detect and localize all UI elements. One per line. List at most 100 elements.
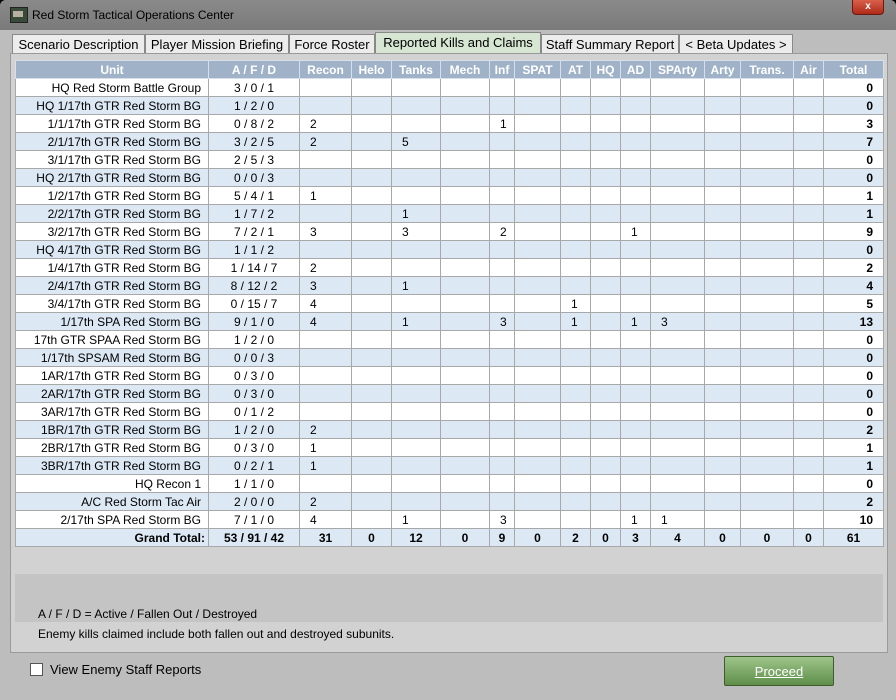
kill-count-cell: [793, 294, 824, 313]
column-header-recon[interactable]: Recon: [299, 60, 352, 79]
column-header-spat[interactable]: SPAT: [514, 60, 561, 79]
kill-count-cell: 2: [299, 420, 352, 439]
table-row[interactable]: 3AR/17th GTR Red Storm BG 0 / 1 / 2 0: [15, 402, 884, 421]
kill-count-cell: [560, 78, 591, 97]
tab-force-roster[interactable]: Force Roster: [289, 34, 375, 53]
tab-player-mission-briefing[interactable]: Player Mission Briefing: [145, 34, 289, 53]
afd-cell: 7 / 1 / 0: [208, 510, 300, 529]
tab-scenario-description[interactable]: Scenario Description: [12, 34, 145, 53]
column-header-tanks[interactable]: Tanks: [391, 60, 441, 79]
column-header-ad[interactable]: AD: [620, 60, 651, 79]
tab-reported-kills-and-claims[interactable]: Reported Kills and Claims: [375, 32, 541, 54]
table-row[interactable]: 1/1/17th GTR Red Storm BG 0 / 8 / 22 1 3: [15, 114, 884, 133]
kill-count-cell: [514, 168, 561, 187]
table-row[interactable]: 1/17th SPSAM Red Storm BG 0 / 0 / 3 0: [15, 348, 884, 367]
kill-count-cell: [391, 384, 441, 403]
table-row[interactable]: HQ 4/17th GTR Red Storm BG 1 / 1 / 2 0: [15, 240, 884, 259]
close-button[interactable]: x: [852, 0, 884, 15]
kills-table-container[interactable]: Unit A / F / D Recon Helo Tanks Mech Inf SPAT AT…: [15, 60, 884, 547]
tab-staff-summary-report[interactable]: Staff Summary Report: [541, 34, 679, 53]
table-row[interactable]: 2/1/17th GTR Red Storm BG 3 / 2 / 52 5 7: [15, 132, 884, 151]
kill-count-cell: [704, 294, 741, 313]
kill-count-cell: [740, 348, 794, 367]
column-header-mech[interactable]: Mech: [440, 60, 490, 79]
table-row[interactable]: 1/17th SPA Red Storm BG 9 / 1 / 0 4 1 3 1 1 3 13: [15, 312, 884, 331]
column-header-trans[interactable]: Trans.: [740, 60, 794, 79]
table-row[interactable]: 2/2/17th GTR Red Storm BG 1 / 7 / 2 1 1: [15, 204, 884, 223]
table-row[interactable]: 3/1/17th GTR Red Storm BG 2 / 5 / 3 0: [15, 150, 884, 169]
kill-count-cell: [514, 258, 561, 277]
kill-count-cell: 2: [299, 258, 352, 277]
grand-total-cell: 12: [391, 528, 441, 547]
column-header-total[interactable]: Total: [823, 60, 884, 79]
total-cell: 0: [823, 78, 884, 97]
table-row[interactable]: 1BR/17th GTR Red Storm BG 1 / 2 / 022: [15, 420, 884, 439]
kill-count-cell: [740, 186, 794, 205]
kill-count-cell: 1: [299, 456, 352, 475]
table-row[interactable]: 1AR/17th GTR Red Storm BG 0 / 3 / 0 0: [15, 366, 884, 385]
kill-count-cell: [351, 420, 392, 439]
table-row[interactable]: 2/17th SPA Red Storm BG 7 / 1 / 0 4 1 3 1 1 10: [15, 510, 884, 529]
title-bar[interactable]: Red Storm Tactical Operations Center x: [0, 0, 896, 30]
kill-count-cell: [514, 294, 561, 313]
kill-count-cell: [351, 78, 392, 97]
column-header-at[interactable]: AT: [560, 60, 591, 79]
afd-cell: 0 / 8 / 2: [208, 114, 300, 133]
kill-count-cell: [620, 330, 651, 349]
table-row[interactable]: HQ Red Storm Battle Group 3 / 0 / 1 0: [15, 78, 884, 97]
kill-count-cell: [620, 402, 651, 421]
kill-count-cell: [704, 150, 741, 169]
kill-count-cell: [704, 492, 741, 511]
kill-count-cell: [489, 402, 515, 421]
kill-count-cell: [620, 492, 651, 511]
kill-count-cell: [620, 384, 651, 403]
column-header-hq[interactable]: HQ: [590, 60, 621, 79]
column-header-helo[interactable]: Helo: [351, 60, 392, 79]
table-row[interactable]: 1/4/17th GTR Red Storm BG 1 / 14 / 722: [15, 258, 884, 277]
kill-count-cell: [391, 366, 441, 385]
table-row[interactable]: 17th GTR SPAA Red Storm BG 1 / 2 / 0 0: [15, 330, 884, 349]
table-row[interactable]: HQ 1/17th GTR Red Storm BG 1 / 2 / 0 0: [15, 96, 884, 115]
column-header-inf[interactable]: Inf: [489, 60, 515, 79]
table-row[interactable]: 2BR/17th GTR Red Storm BG 0 / 3 / 011: [15, 438, 884, 457]
proceed-button[interactable]: Proceed: [724, 656, 834, 686]
table-row[interactable]: A/C Red Storm Tac Air 2 / 0 / 022: [15, 492, 884, 511]
column-header-sparty[interactable]: SPArty: [650, 60, 705, 79]
column-header-unit[interactable]: Unit: [15, 60, 209, 79]
kill-count-cell: [489, 294, 515, 313]
kill-count-cell: [650, 492, 705, 511]
kill-count-cell: [740, 78, 794, 97]
kill-count-cell: [704, 258, 741, 277]
kill-count-cell: [740, 132, 794, 151]
afd-cell: 8 / 12 / 2: [208, 276, 300, 295]
kill-count-cell: [391, 402, 441, 421]
kill-count-cell: [351, 366, 392, 385]
kill-count-cell: 3: [391, 222, 441, 241]
table-row[interactable]: 2AR/17th GTR Red Storm BG 0 / 3 / 0 0: [15, 384, 884, 403]
table-row[interactable]: 3BR/17th GTR Red Storm BG 0 / 2 / 111: [15, 456, 884, 475]
table-row[interactable]: 3/4/17th GTR Red Storm BG 0 / 15 / 74 1 5: [15, 294, 884, 313]
kill-count-cell: [489, 420, 515, 439]
table-row[interactable]: 3/2/17th GTR Red Storm BG 7 / 2 / 133219: [15, 222, 884, 241]
column-header-arty[interactable]: Arty: [704, 60, 741, 79]
total-cell: 2: [823, 492, 884, 511]
kill-count-cell: [590, 384, 621, 403]
view-enemy-reports-checkbox[interactable]: [30, 663, 43, 676]
kill-count-cell: [590, 204, 621, 223]
table-row[interactable]: HQ Recon 11 / 1 / 0 0: [15, 474, 884, 493]
column-header-air[interactable]: Air: [793, 60, 824, 79]
table-row[interactable]: HQ 2/17th GTR Red Storm BG 0 / 0 / 3 0: [15, 168, 884, 187]
afd-cell: 7 / 2 / 1: [208, 222, 300, 241]
tab-beta-updates[interactable]: < Beta Updates >: [679, 34, 793, 53]
kill-count-cell: [514, 420, 561, 439]
table-row[interactable]: 1/2/17th GTR Red Storm BG 5 / 4 / 111: [15, 186, 884, 205]
kill-count-cell: 1: [391, 276, 441, 295]
kill-count-cell: [740, 510, 794, 529]
grand-total-cell: 4: [650, 528, 705, 547]
table-row[interactable]: 2/4/17th GTR Red Storm BG 8 / 12 / 23 1 4: [15, 276, 884, 295]
column-header-a-f-d[interactable]: A / F / D: [208, 60, 300, 79]
view-enemy-reports-label[interactable]: View Enemy Staff Reports: [50, 662, 201, 677]
grand-total-cell: 0: [704, 528, 741, 547]
kill-count-cell: [560, 474, 591, 493]
grand-total-cell: 0: [740, 528, 794, 547]
